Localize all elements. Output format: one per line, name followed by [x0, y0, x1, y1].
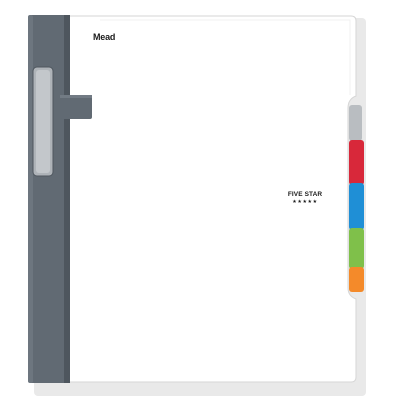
- five-star-stars: ★★★★★: [292, 198, 318, 205]
- spine-pocket-insert: [36, 70, 50, 173]
- divider-tab-green: [349, 228, 364, 269]
- mead-logo: Mead: [93, 32, 116, 42]
- pocket-pull-tab: [60, 95, 92, 119]
- product-photo: Mead FIVE STAR ★★★★★: [0, 0, 400, 400]
- subject-divider-tabs: [349, 105, 364, 292]
- divider-tab-blue: [349, 183, 364, 230]
- spine-edge: [28, 15, 33, 383]
- spine-fold: [64, 15, 70, 383]
- divider-tab-gray: [349, 105, 362, 141]
- pull-tab-highlight: [60, 95, 92, 98]
- divider-tab-orange: [349, 267, 364, 292]
- notebook-illustration: [28, 15, 366, 396]
- five-star-wordmark: FIVE STAR: [287, 191, 323, 198]
- five-star-logo: FIVE STAR ★★★★★: [283, 191, 327, 205]
- divider-tab-red: [349, 140, 364, 185]
